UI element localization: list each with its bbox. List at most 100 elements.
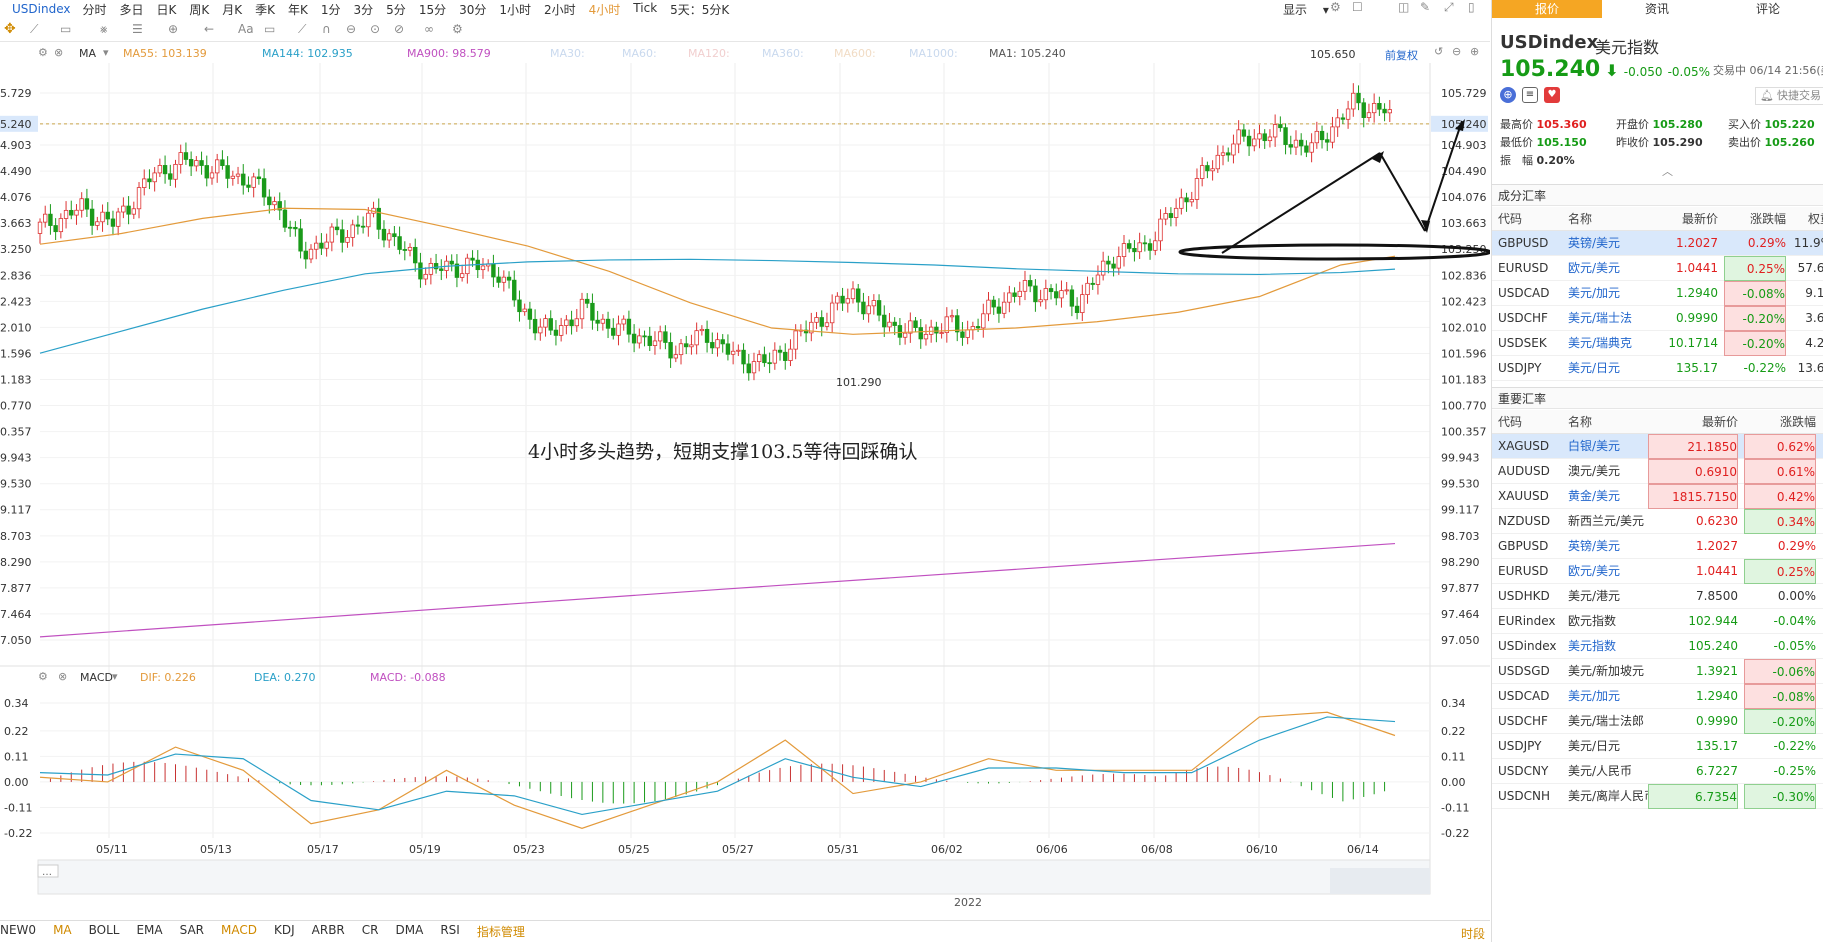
price-chart[interactable]: 105.7295.729105.2405.240104.9034.903104.… xyxy=(0,63,1490,920)
quick-trade-button[interactable]: 🔔︎ 快捷交易 xyxy=(1755,87,1823,105)
period-5[interactable]: 季K xyxy=(255,1,275,18)
table-row[interactable]: USDSGD 美元/新加坡元 1.3921 -0.06% xyxy=(1492,659,1823,684)
row-name: 新西兰元/美元 xyxy=(1568,514,1645,528)
period-8[interactable]: 3分 xyxy=(354,1,374,18)
period-11[interactable]: 30分 xyxy=(459,1,486,18)
indicator-10[interactable]: RSI xyxy=(440,923,460,940)
period-15[interactable]: Tick xyxy=(633,1,657,18)
table-row[interactable]: AUDUSD 澳元/美元 0.6910 0.61% xyxy=(1492,459,1823,484)
table-row[interactable]: USDindex 美元指数 105.240 -0.05% xyxy=(1492,634,1823,659)
close-icon[interactable]: ⊗ xyxy=(54,46,63,59)
table-row[interactable]: XAUUSD 黄金/美元 1815.7150 0.42% xyxy=(1492,484,1823,509)
indicator-1[interactable]: MA xyxy=(53,923,72,940)
period-9[interactable]: 5分 xyxy=(386,1,406,18)
pen-icon[interactable]: ✎ xyxy=(1420,0,1430,14)
zoom-in-icon[interactable]: ⊕ xyxy=(1470,45,1479,58)
line-tool-icon[interactable]: ⟋ xyxy=(30,22,38,37)
table-row[interactable]: XAGUSD 白银/美元 21.1850 0.62% xyxy=(1492,434,1823,459)
period-12[interactable]: 1小时 xyxy=(499,1,531,18)
indicator-6[interactable]: KDJ xyxy=(274,923,295,940)
heart-icon[interactable]: ♥ xyxy=(1544,87,1560,103)
comment-tool-icon[interactable]: ▭ xyxy=(264,22,275,36)
table-row[interactable]: USDJPY 美元/日元 135.17 -0.22% 13.60 xyxy=(1492,356,1823,381)
table-row[interactable]: USDCNY 美元/人民币 6.7227 -0.25% xyxy=(1492,759,1823,784)
fib-tool-icon[interactable]: ☰ xyxy=(132,22,143,36)
indicator-2[interactable]: BOLL xyxy=(89,923,120,940)
indicator-11[interactable]: 指标管理 xyxy=(477,923,525,940)
price-tick: 100.770 xyxy=(1441,400,1487,413)
period-13[interactable]: 2小时 xyxy=(544,1,576,18)
display-menu[interactable]: 显示 ▾ xyxy=(1283,1,1329,18)
checkbox-icon[interactable]: ☐ xyxy=(1352,0,1363,14)
gear-icon[interactable]: ⚙ xyxy=(38,46,48,59)
table-row[interactable]: EURUSD 欧元/美元 1.0441 0.25% 57.60 xyxy=(1492,256,1823,281)
adjust-button[interactable]: 前复权 xyxy=(1385,47,1418,63)
table-row[interactable]: EURUSD 欧元/美元 1.0441 0.25% xyxy=(1492,559,1823,584)
table-row[interactable]: GBPUSD 英镑/美元 1.2027 0.29% xyxy=(1492,534,1823,559)
channel-tool-icon[interactable]: ⨳ xyxy=(100,22,107,37)
table-row[interactable]: USDSEK 美元/瑞典克 10.1714 -0.20% 4.20 xyxy=(1492,331,1823,356)
table-row[interactable]: USDCAD 美元/加元 1.2940 -0.08% xyxy=(1492,684,1823,709)
indicator-4[interactable]: SAR xyxy=(180,923,204,940)
table-row[interactable]: USDCHF 美元/瑞士法 0.9990 -0.20% 3.60 xyxy=(1492,306,1823,331)
link-icon[interactable]: ∞ xyxy=(424,22,434,36)
table-row[interactable]: GBPUSD 英镑/美元 1.2027 0.29% 11.9% xyxy=(1492,231,1823,256)
settings-icon[interactable]: ⚙ xyxy=(452,22,463,36)
candle-body xyxy=(110,218,116,227)
text-tool-icon[interactable]: Aa xyxy=(238,22,254,36)
table-row[interactable]: USDCAD 美元/加元 1.2940 -0.08% 9.10 xyxy=(1492,281,1823,306)
table-row[interactable]: USDCHF 美元/瑞士法郎 0.9990 -0.20% xyxy=(1492,709,1823,734)
measure-tool-icon[interactable]: ⊕ xyxy=(168,22,178,36)
high-label: 105.650 xyxy=(1310,48,1356,61)
session-button[interactable]: 时段 xyxy=(1461,925,1485,942)
table-row[interactable]: EURindex 欧元指数 102.944 -0.04% xyxy=(1492,609,1823,634)
period-16[interactable]: 5天：5分K xyxy=(670,1,729,18)
window-icon[interactable]: ▯ xyxy=(1468,0,1475,14)
magnet-icon[interactable]: ∩ xyxy=(322,22,331,36)
globe-icon[interactable]: ⊕ xyxy=(1500,87,1516,103)
gear-icon[interactable]: ⚙ xyxy=(1330,0,1341,14)
period-0[interactable]: 分时 xyxy=(82,1,106,18)
period-6[interactable]: 年K xyxy=(288,1,308,18)
annotation-text[interactable]: 4小时多头趋势，短期支撑103.5等待回踩确认 xyxy=(528,437,917,464)
indicator-9[interactable]: DMA xyxy=(396,923,424,940)
period-14[interactable]: 4小时 xyxy=(589,1,621,18)
period-1[interactable]: 多日 xyxy=(120,1,144,18)
period-10[interactable]: 15分 xyxy=(419,1,446,18)
period-3[interactable]: 周K xyxy=(189,1,209,18)
period-2[interactable]: 日K xyxy=(157,1,177,18)
chevron-up-icon[interactable]: ︿ xyxy=(1662,163,1673,179)
tab-comments[interactable]: 评论 xyxy=(1712,0,1823,18)
period-4[interactable]: 月K xyxy=(222,1,242,18)
gear-icon[interactable]: ⚙ xyxy=(38,670,48,683)
table-row[interactable]: USDHKD 美元/港元 7.8500 0.00% xyxy=(1492,584,1823,609)
candle-body xyxy=(126,205,131,215)
close-icon[interactable]: ⊗ xyxy=(58,670,67,683)
chevron-down-icon[interactable]: ▾ xyxy=(103,46,109,59)
tab-news[interactable]: 资讯 xyxy=(1602,0,1712,18)
chevron-down-icon[interactable]: ▾ xyxy=(112,670,118,683)
table-row[interactable]: NZDUSD 新西兰元/美元 0.6230 0.34% xyxy=(1492,509,1823,534)
indicator-7[interactable]: ARBR xyxy=(312,923,345,940)
crosshair-icon[interactable]: ✥ xyxy=(4,21,16,37)
lock-icon[interactable]: ⊖ xyxy=(346,22,356,36)
period-7[interactable]: 1分 xyxy=(321,1,341,18)
arrow-tool-icon[interactable]: ← xyxy=(204,22,214,36)
delete-icon[interactable]: ⊘ xyxy=(394,22,404,36)
box-tool-icon[interactable]: ▭ xyxy=(60,22,71,36)
camera-icon[interactable]: ◫ xyxy=(1398,0,1409,14)
eye-icon[interactable]: ⊙ xyxy=(370,22,380,36)
ruler-icon[interactable]: ⟋ xyxy=(298,22,306,37)
table-row[interactable]: USDCNH 美元/离岸人民币 6.7354 -0.30% xyxy=(1492,784,1823,809)
indicator-5[interactable]: MACD xyxy=(221,923,257,940)
indicator-8[interactable]: CR xyxy=(362,923,379,940)
indicator-3[interactable]: EMA xyxy=(136,923,162,940)
tab-quote[interactable]: 报价 xyxy=(1492,0,1602,18)
fullscreen-icon[interactable]: ⤢ xyxy=(1444,0,1454,15)
reset-icon[interactable]: ↺ xyxy=(1434,45,1443,58)
symbol-link[interactable]: USDindex xyxy=(12,2,70,16)
table-row[interactable]: USDJPY 美元/日元 135.17 -0.22% xyxy=(1492,734,1823,759)
zoom-out-icon[interactable]: ⊖ xyxy=(1452,45,1461,58)
indicator-0[interactable]: NEW0 xyxy=(0,923,36,940)
note-icon[interactable]: ≡ xyxy=(1522,87,1538,103)
